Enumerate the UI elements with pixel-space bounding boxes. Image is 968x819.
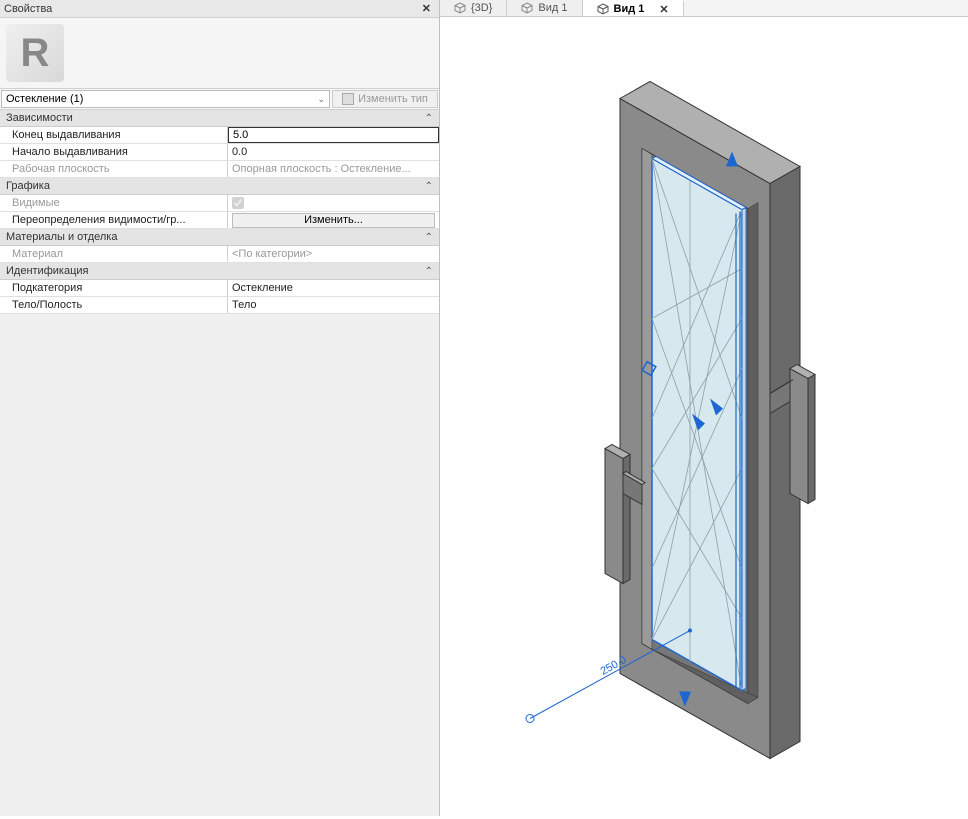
group-header-graphics[interactable]: Графика ⌃ [0,178,439,195]
workplane-text: Опорная плоскость : Остекление... [232,163,411,175]
prop-value-extrude-start[interactable]: 0.0 [228,144,439,160]
extrude-end-input[interactable] [233,129,434,141]
prop-row-solidvoid: Тело/Полость Тело [0,297,439,314]
prop-label: Видимые [0,195,228,211]
type-selector-row: Остекление (1) ⌄ Изменить тип [0,88,439,110]
tab-close-button[interactable]: ✕ [659,3,668,16]
extrude-start-text: 0.0 [232,146,247,158]
prop-value-material[interactable]: <По категории> [228,246,439,262]
3d-canvas[interactable]: 250.0 [440,17,968,816]
cube-icon [597,3,609,15]
door-model-svg: 250.0 [440,17,968,816]
prop-row-workplane: Рабочая плоскость Опорная плоскость : Ос… [0,161,439,178]
edit-type-label: Изменить тип [358,93,428,105]
revit-logo: R [6,24,64,82]
prop-value-solidvoid[interactable]: Тело [228,297,439,313]
prop-label: Материал [0,246,228,262]
prop-label: Подкатегория [0,280,228,296]
type-selector-dropdown[interactable]: Остекление (1) ⌄ [1,90,330,108]
group-header-identity[interactable]: Идентификация ⌃ [0,263,439,280]
chevron-down-icon: ⌄ [317,94,325,105]
properties-panel: Свойства ✕ R Остекление (1) ⌄ Изменить т… [0,0,440,816]
prop-label: Переопределения видимости/гр... [0,212,228,228]
chevron-up-icon: ⌃ [425,113,433,124]
prop-row-extrude-start: Начало выдавливания 0.0 [0,144,439,161]
panel-title: Свойства [4,3,52,15]
panel-header: Свойства ✕ [0,0,439,18]
tab-view1-b[interactable]: Вид 1 ✕ [583,0,684,16]
group-title: Зависимости [6,112,73,124]
edit-type-icon [342,93,354,105]
prop-label: Тело/Полость [0,297,228,313]
chevron-up-icon: ⌃ [425,266,433,277]
viewport-area: {3D} Вид 1 Вид 1 ✕ [440,0,968,816]
logo-row: R [0,18,439,88]
chevron-up-icon: ⌃ [425,232,433,243]
group-title: Материалы и отделка [6,231,117,243]
prop-row-extrude-end: Конец выдавливания [0,127,439,144]
prop-label: Рабочая плоскость [0,161,228,177]
panel-close-button[interactable]: ✕ [418,2,435,15]
subcategory-text: Остекление [232,282,293,294]
prop-label: Начало выдавливания [0,144,228,160]
chevron-up-icon: ⌃ [425,181,433,192]
prop-row-material: Материал <По категории> [0,246,439,263]
prop-value-visible [228,195,439,211]
prop-label: Конец выдавливания [0,127,228,143]
group-header-materials[interactable]: Материалы и отделка ⌃ [0,229,439,246]
tab-label: {3D} [471,2,492,14]
tab-view1-a[interactable]: Вид 1 [507,0,582,16]
prop-value-workplane: Опорная плоскость : Остекление... [228,161,439,177]
cube-icon [521,2,533,14]
edit-type-button[interactable]: Изменить тип [332,90,438,108]
group-title: Идентификация [6,265,88,277]
group-title: Графика [6,180,50,192]
cube-icon [454,2,466,14]
view-tab-strip: {3D} Вид 1 Вид 1 ✕ [440,0,968,17]
prop-row-override: Переопределения видимости/гр... Изменить… [0,212,439,229]
prop-row-subcategory: Подкатегория Остекление [0,280,439,297]
prop-value-override: Изменить... [228,212,439,228]
visible-checkbox [232,197,244,209]
override-edit-button[interactable]: Изменить... [232,213,435,228]
tab-label: Вид 1 [538,2,567,14]
solidvoid-text: Тело [232,299,257,311]
prop-value-subcategory[interactable]: Остекление [228,280,439,296]
prop-value-extrude-end[interactable] [228,127,439,143]
tab-3d[interactable]: {3D} [440,0,507,16]
type-selector-text: Остекление (1) [6,93,83,105]
group-header-dependencies[interactable]: Зависимости ⌃ [0,110,439,127]
tab-label: Вид 1 [614,3,645,15]
material-text: <По категории> [232,248,312,260]
prop-row-visible: Видимые [0,195,439,212]
